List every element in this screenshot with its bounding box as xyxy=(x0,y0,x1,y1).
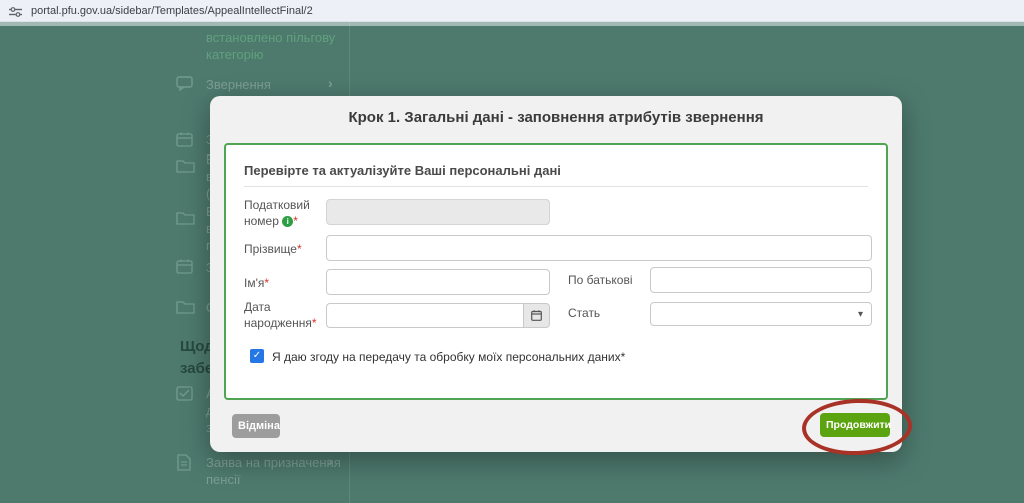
document-icon xyxy=(176,454,195,469)
appeals-icon xyxy=(176,76,195,91)
calendar-button[interactable] xyxy=(523,303,550,328)
check-icon: ✓ xyxy=(253,350,261,361)
tax-number-input xyxy=(326,199,550,225)
site-settings-icon[interactable] xyxy=(9,5,22,17)
browser-address-bar[interactable]: portal.pfu.gov.ua/sidebar/Templates/Appe… xyxy=(0,0,1024,22)
birth-date-label: Дата народження* xyxy=(244,299,317,331)
calendar-icon xyxy=(531,310,542,321)
patronymic-label: По батькові xyxy=(568,272,633,288)
consent-checkbox[interactable]: ✓ xyxy=(250,349,264,363)
screenshot-root: portal.pfu.gov.ua/sidebar/Templates/Appe… xyxy=(0,0,1024,503)
form-icon xyxy=(176,386,195,401)
gender-select[interactable]: ▾ xyxy=(650,302,872,326)
calendar-icon xyxy=(176,259,195,274)
panel-header: Перевірте та актуалізуйте Ваші персональ… xyxy=(244,163,561,178)
folder-icon xyxy=(176,299,195,314)
birth-date-input[interactable] xyxy=(326,303,523,328)
folder-icon xyxy=(176,210,195,225)
patronymic-input[interactable] xyxy=(650,267,872,293)
surname-label: Прізвище* xyxy=(244,241,302,257)
first-name-input[interactable] xyxy=(326,269,550,295)
chevron-right-icon[interactable]: › xyxy=(328,75,333,91)
cancel-button[interactable]: Відміна xyxy=(232,414,280,438)
tax-number-label: Податковий номер i* xyxy=(244,197,310,229)
gender-label: Стать xyxy=(568,305,600,321)
surname-input[interactable] xyxy=(326,235,872,261)
calendar-icon xyxy=(176,132,195,147)
sidebar-item-appeals[interactable]: Звернення xyxy=(206,76,271,93)
url-text[interactable]: portal.pfu.gov.ua/sidebar/Templates/Appe… xyxy=(31,5,313,17)
sidebar-item-pension-application[interactable]: Заява на призначення пенсії xyxy=(206,454,341,488)
birth-date-field xyxy=(326,303,550,328)
personal-data-panel: Перевірте та актуалізуйте Ваші персональ… xyxy=(224,143,888,400)
continue-button[interactable]: Продовжити xyxy=(820,413,890,437)
info-icon[interactable]: i xyxy=(282,216,293,227)
panel-divider xyxy=(244,186,868,187)
chevron-down-icon: ▾ xyxy=(858,309,863,320)
sidebar-note: встановлено пільгову категорію xyxy=(206,29,335,63)
first-name-label: Ім'я* xyxy=(244,275,269,291)
consent-label: Я даю згоду на передачу та обробку моїх … xyxy=(272,350,625,364)
step1-modal: Крок 1. Загальні дані - заповнення атриб… xyxy=(210,96,902,452)
chevron-right-icon[interactable]: › xyxy=(328,453,333,469)
modal-title: Крок 1. Загальні дані - заповнення атриб… xyxy=(210,109,902,126)
folder-icon xyxy=(176,158,195,173)
